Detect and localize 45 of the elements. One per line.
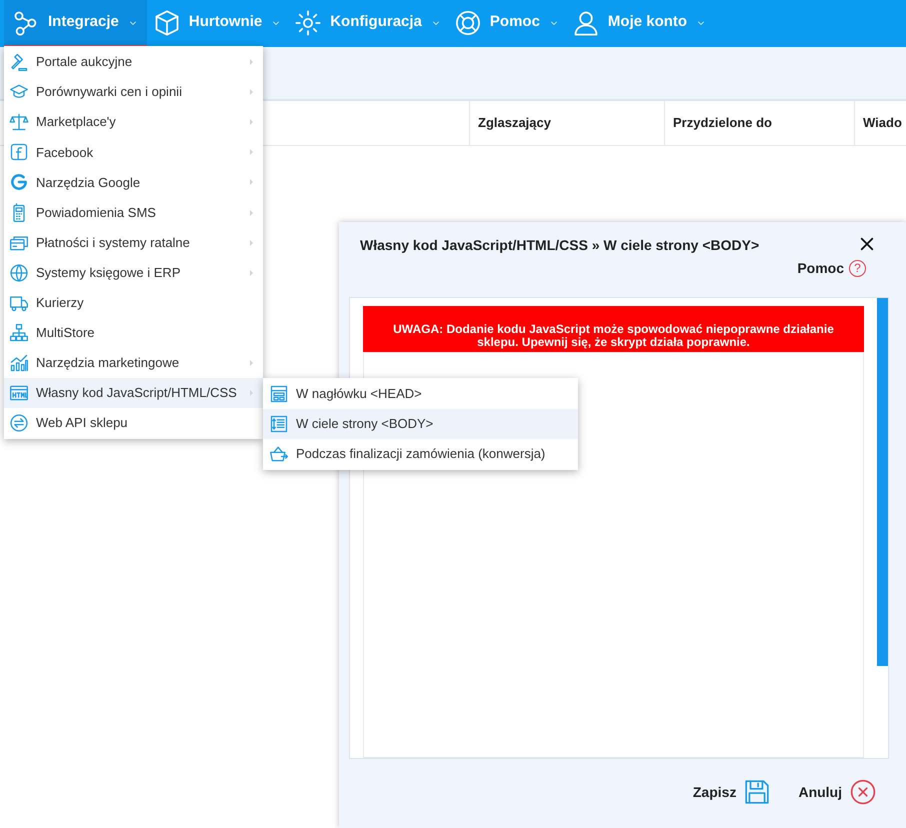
google-g-icon xyxy=(9,172,29,192)
basket-icon xyxy=(269,444,289,464)
gavel-icon xyxy=(9,52,29,72)
menu-item[interactable]: Narzędzia Google xyxy=(4,167,263,198)
menu-item[interactable]: Systemy księgowe i ERP xyxy=(4,258,263,288)
menu-item[interactable]: Kurierzy xyxy=(4,288,263,318)
layout-icon xyxy=(269,384,289,404)
menu-item[interactable]: Web API sklepu xyxy=(4,408,263,438)
menu-item[interactable]: Facebook xyxy=(4,137,263,168)
submenu-item[interactable]: W ciele strony <BODY> xyxy=(263,409,578,439)
menu-item[interactable]: Własny kod JavaScript/HTML/CSS xyxy=(4,378,263,408)
code-window-icon xyxy=(9,383,29,404)
column-header: Zglaszający xyxy=(478,114,551,132)
settings-icon xyxy=(294,8,322,36)
menu-item[interactable]: Powiadomienia SMS xyxy=(4,197,263,228)
globe-icon xyxy=(9,262,29,283)
column-header: Wiado xyxy=(863,114,902,132)
nav-tab[interactable]: Integracje xyxy=(4,0,147,47)
menu-item[interactable]: Portale aukcyjne xyxy=(4,47,263,78)
scales-icon xyxy=(9,112,29,132)
scrollbar[interactable] xyxy=(877,298,888,666)
warning-banner: UWAGA: Dodanie kodu JavaScript może spowodować niepoprawne działanie sklepu. Upewnij się, że skrypt działa poprawnie. xyxy=(363,306,864,352)
submenu-item[interactable]: W nagłówku <HEAD> xyxy=(263,379,578,409)
menu-item[interactable]: Płatności i systemy ratalne xyxy=(4,228,263,258)
sitemap-icon xyxy=(9,322,29,343)
cancel-icon xyxy=(850,779,876,805)
bar-chart-icon xyxy=(9,352,29,373)
submenu-item[interactable]: Podczas finalizacji zamówienia (konwersja) xyxy=(263,439,578,469)
lifebuoy-icon xyxy=(454,8,482,36)
box-icon xyxy=(152,8,181,36)
cancel-button[interactable]: Anuluj xyxy=(798,779,876,805)
column-header: Przydzielone do xyxy=(673,114,772,132)
list-icon xyxy=(269,414,289,434)
menu-item[interactable]: Porównywarki cen i opinii xyxy=(4,77,263,108)
menu-item[interactable]: MultiStore xyxy=(4,318,263,348)
save-icon xyxy=(744,779,770,805)
save-button[interactable]: Zapisz xyxy=(692,779,770,805)
dialog-title: Własny kod JavaScript/HTML/CSS » W ciele strony <BODY> xyxy=(360,236,760,255)
help-link[interactable]: Pomoc xyxy=(797,258,844,279)
sync-icon xyxy=(9,413,29,434)
user-icon xyxy=(572,8,600,36)
menu-item[interactable]: Marketplace'y xyxy=(4,107,263,138)
help-icon: ? xyxy=(849,260,866,277)
facebook-icon xyxy=(9,142,29,162)
menu-item[interactable]: Narzędzia marketingowe xyxy=(4,348,263,378)
